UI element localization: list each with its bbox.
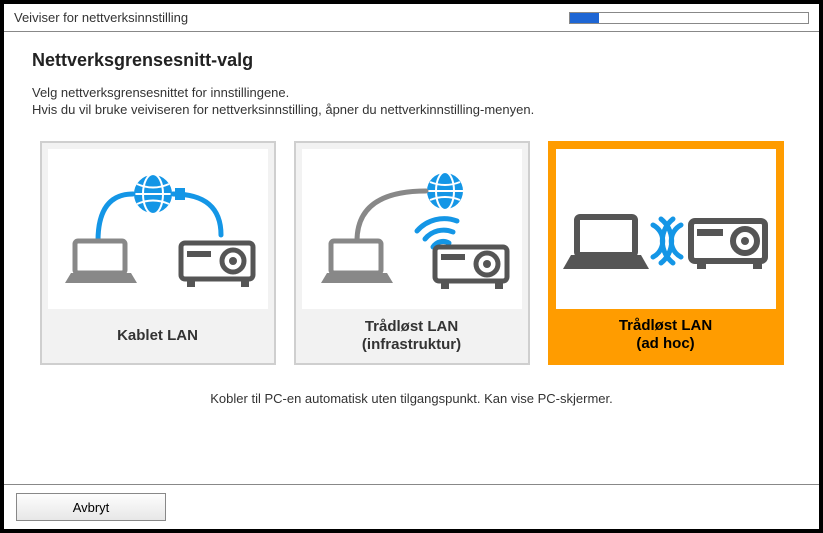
label-line-1: Kablet LAN	[117, 327, 198, 345]
label-line-1: Trådløst LAN	[365, 318, 458, 336]
option-wireless-adhoc[interactable]: Trådløst LAN (ad hoc)	[548, 141, 784, 365]
instruction-1: Velg nettverksgrensesnittet for innstill…	[32, 85, 791, 102]
page-heading: Nettverksgrensesnitt-valg	[32, 50, 791, 71]
wireless-waves-icon	[653, 219, 681, 263]
wizard-window: Veiviser for nettverksinnstilling Nettve…	[0, 0, 823, 533]
instruction-2: Hvis du vil bruke veiviseren for nettver…	[32, 102, 791, 119]
cancel-button[interactable]: Avbryt	[16, 493, 166, 521]
content-area: Nettverksgrensesnitt-valg Velg nettverks…	[4, 32, 819, 406]
label-line-1: Trådløst LAN	[619, 317, 712, 335]
wireless-adhoc-label: Trådløst LAN (ad hoc)	[551, 309, 781, 362]
selection-hint: Kobler til PC-en automatisk uten tilgang…	[32, 391, 791, 406]
laptop-icon	[563, 217, 649, 269]
wired-lan-label: Kablet LAN	[42, 309, 274, 363]
window-title: Veiviser for nettverksinnstilling	[14, 10, 188, 25]
option-cards: Kablet LAN	[32, 141, 791, 365]
globe-icon	[426, 172, 464, 210]
progress-bar	[569, 12, 809, 24]
footer-bar: Avbryt	[4, 484, 819, 529]
label-line-2: (infrastruktur)	[362, 336, 461, 354]
wifi-icon	[417, 218, 457, 246]
wireless-infra-illustration	[302, 149, 522, 309]
option-wired-lan[interactable]: Kablet LAN	[40, 141, 276, 365]
option-wireless-infrastructure[interactable]: Trådløst LAN (infrastruktur)	[294, 141, 530, 365]
progress-fill	[570, 13, 599, 23]
label-line-2: (ad hoc)	[636, 335, 694, 353]
titlebar: Veiviser for nettverksinnstilling	[4, 4, 819, 32]
projector-icon	[691, 221, 765, 269]
wireless-adhoc-illustration	[556, 149, 776, 309]
laptop-icon	[321, 241, 393, 283]
wired-lan-illustration	[48, 149, 268, 309]
wireless-infra-label: Trådløst LAN (infrastruktur)	[296, 309, 528, 363]
globe-icon	[133, 174, 173, 214]
laptop-icon	[65, 241, 137, 283]
projector-icon	[435, 247, 507, 289]
projector-icon	[181, 243, 253, 287]
